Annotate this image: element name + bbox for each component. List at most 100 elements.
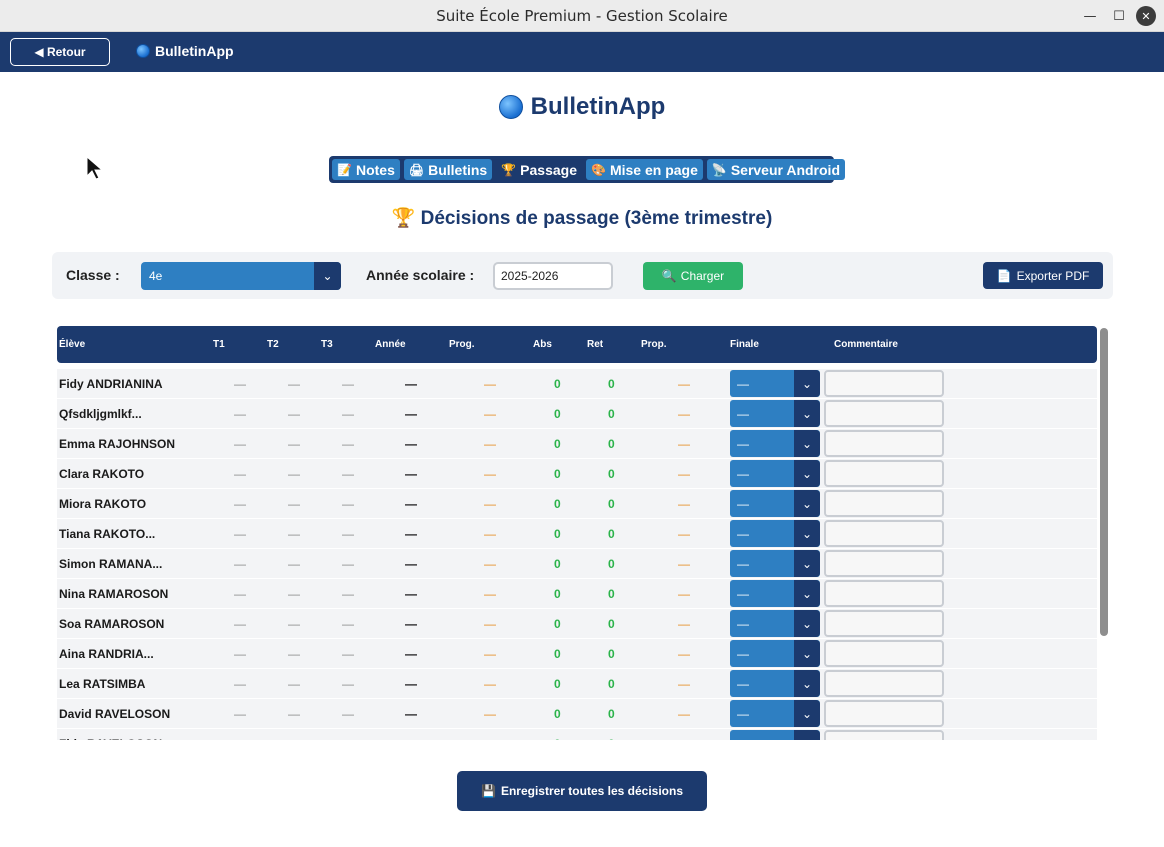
maximize-icon[interactable]: ☐: [1109, 6, 1129, 26]
column-header-finale: Finale: [730, 339, 759, 350]
comment-input[interactable]: [824, 610, 944, 637]
blue-circle-icon: [136, 44, 150, 58]
cell-ret: 0: [608, 527, 615, 541]
comment-input[interactable]: [824, 460, 944, 487]
cell-abs: 0: [554, 677, 561, 691]
table-row: Aina RANDRIA... — — — — —0 0— — ⌄: [57, 639, 1097, 669]
year-input[interactable]: 2025-2026: [493, 262, 613, 290]
chevron-down-icon[interactable]: ⌄: [794, 550, 820, 577]
tab-notes[interactable]: 📝 Notes: [332, 159, 400, 180]
chevron-down-icon[interactable]: ⌄: [794, 370, 820, 397]
cell-annee: —: [405, 407, 417, 421]
cell-ret: 0: [608, 497, 615, 511]
tab-mise-en-page[interactable]: 🎨 Mise en page: [586, 159, 703, 180]
chevron-down-icon[interactable]: ⌄: [794, 730, 820, 740]
cell-prog: —: [484, 647, 496, 661]
cell-annee: —: [405, 377, 417, 391]
comment-input[interactable]: [824, 520, 944, 547]
chevron-down-icon[interactable]: ⌄: [794, 460, 820, 487]
final-decision-select[interactable]: —⌄: [730, 640, 820, 667]
final-decision-select[interactable]: —⌄: [730, 430, 820, 457]
comment-input[interactable]: [824, 370, 944, 397]
comment-input[interactable]: [824, 490, 944, 517]
cell-ret: 0: [608, 467, 615, 481]
chevron-down-icon[interactable]: ⌄: [794, 430, 820, 457]
chevron-down-icon[interactable]: ⌄: [794, 610, 820, 637]
cell-annee: —: [405, 677, 417, 691]
comment-input[interactable]: [824, 700, 944, 727]
table-header: Élève T1 T2 T3 Année Prog. Abs Ret Prop.…: [57, 326, 1097, 363]
tab-passage[interactable]: 🏆 Passage: [496, 159, 582, 180]
final-decision-value: —: [737, 526, 749, 541]
final-decision-select[interactable]: —⌄: [730, 400, 820, 427]
cell-t3: —: [342, 407, 354, 421]
palette-icon: 🎨: [591, 162, 606, 177]
comment-input[interactable]: [824, 580, 944, 607]
final-decision-value: —: [737, 646, 749, 661]
save-all-decisions-button[interactable]: 💾 Enregistrer toutes les décisions: [457, 771, 707, 811]
class-select[interactable]: 4e ⌄: [141, 262, 341, 290]
comment-input[interactable]: [824, 670, 944, 697]
final-decision-select[interactable]: —⌄: [730, 550, 820, 577]
export-pdf-button[interactable]: 📄 Exporter PDF: [983, 262, 1103, 289]
comment-input[interactable]: [824, 430, 944, 457]
table-scrollbar[interactable]: [1100, 328, 1108, 636]
final-decision-select[interactable]: —⌄: [730, 730, 820, 740]
tab-label: Serveur Android: [730, 161, 840, 178]
close-icon[interactable]: ✕: [1136, 6, 1156, 26]
final-decision-select[interactable]: —⌄: [730, 460, 820, 487]
app-title-label: BulletinApp: [155, 43, 234, 59]
save-all-decisions-label: Enregistrer toutes les décisions: [500, 784, 683, 798]
cell-t1: —: [234, 707, 246, 721]
chevron-down-icon[interactable]: ⌄: [794, 520, 820, 547]
column-header-commentaire: Commentaire: [834, 339, 898, 350]
column-header-t3: T3: [321, 339, 333, 350]
cell-annee: —: [405, 617, 417, 631]
final-decision-select[interactable]: —⌄: [730, 370, 820, 397]
printer-icon: 🖨: [408, 162, 425, 177]
column-header-eleve: Élève: [59, 339, 86, 350]
chevron-down-icon[interactable]: ⌄: [794, 640, 820, 667]
cell-prog: —: [484, 557, 496, 571]
tab-serveur-android[interactable]: 📡 Serveur Android: [706, 159, 845, 180]
memo-icon: 📝: [337, 162, 352, 177]
table-row: Simon RAMANA... — — — — —0 0— — ⌄: [57, 549, 1097, 579]
cell-prop: —: [678, 707, 690, 721]
tab-label: Passage: [520, 161, 577, 178]
final-decision-value: —: [737, 676, 749, 691]
minimize-icon[interactable]: —: [1080, 6, 1100, 26]
cell-t1: —: [234, 467, 246, 481]
cell-t1: —: [234, 377, 246, 391]
cell-abs: 0: [554, 587, 561, 601]
cell-t1: —: [234, 677, 246, 691]
back-button[interactable]: ◀ Retour: [10, 38, 110, 66]
chevron-down-icon[interactable]: ⌄: [794, 400, 820, 427]
chevron-down-icon[interactable]: ⌄: [314, 262, 341, 290]
chevron-down-icon[interactable]: ⌄: [794, 490, 820, 517]
student-name: Emma RAJOHNSON: [59, 437, 176, 451]
cell-t1: —: [234, 587, 246, 601]
chevron-down-icon[interactable]: ⌄: [794, 700, 820, 727]
comment-input[interactable]: [824, 730, 944, 740]
satellite-icon: 📡: [711, 162, 727, 177]
final-decision-select[interactable]: —⌄: [730, 520, 820, 547]
final-decision-select[interactable]: —⌄: [730, 700, 820, 727]
table-row: Soa RAMAROSON — — — — —0 0— — ⌄: [57, 609, 1097, 639]
page-title-label: BulletinApp: [530, 93, 666, 120]
final-decision-select[interactable]: —⌄: [730, 670, 820, 697]
cell-t1: —: [234, 497, 246, 511]
comment-input[interactable]: [824, 550, 944, 577]
final-decision-select[interactable]: —⌄: [730, 490, 820, 517]
cell-prop: —: [678, 437, 690, 451]
load-button[interactable]: 🔍 Charger: [643, 262, 743, 290]
cell-annee: —: [405, 737, 417, 740]
comment-input[interactable]: [824, 400, 944, 427]
final-decision-select[interactable]: —⌄: [730, 610, 820, 637]
final-decision-select[interactable]: —⌄: [730, 580, 820, 607]
chevron-down-icon[interactable]: ⌄: [794, 670, 820, 697]
comment-input[interactable]: [824, 640, 944, 667]
table-row: Fidy ANDRIANINA — — — — —0 0— — ⌄: [57, 369, 1097, 399]
tab-bulletins[interactable]: 🖨 Bulletins: [403, 159, 493, 180]
chevron-down-icon[interactable]: ⌄: [794, 580, 820, 607]
trophy-icon: 🏆: [501, 162, 517, 177]
